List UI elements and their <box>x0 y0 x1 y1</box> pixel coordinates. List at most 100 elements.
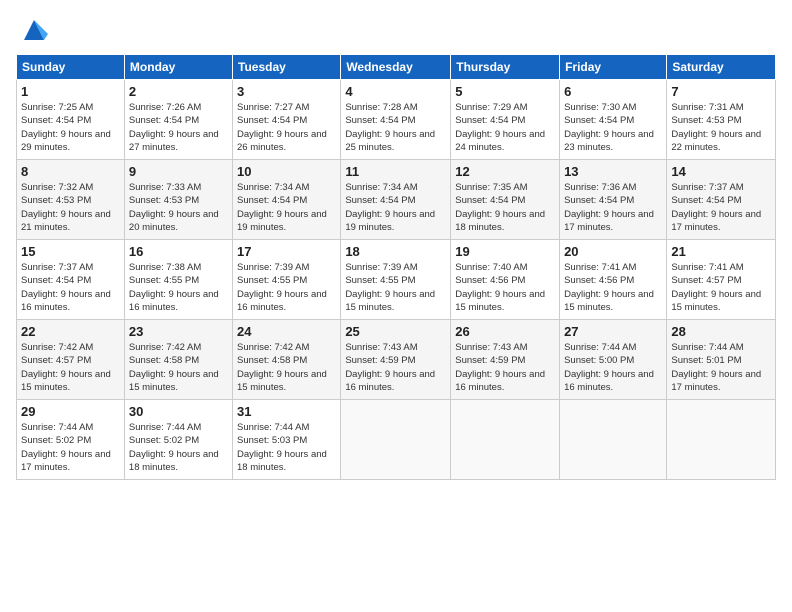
weekday-header: Thursday <box>451 55 560 80</box>
day-info: Sunrise: 7:28 AMSunset: 4:54 PMDaylight:… <box>345 102 435 153</box>
calendar-day: 3 Sunrise: 7:27 AMSunset: 4:54 PMDayligh… <box>233 80 341 160</box>
day-info: Sunrise: 7:32 AMSunset: 4:53 PMDaylight:… <box>21 182 111 233</box>
day-number: 20 <box>564 244 662 259</box>
day-info: Sunrise: 7:27 AMSunset: 4:54 PMDaylight:… <box>237 102 327 153</box>
day-number: 23 <box>129 324 228 339</box>
day-info: Sunrise: 7:44 AMSunset: 5:00 PMDaylight:… <box>564 342 654 393</box>
day-number: 17 <box>237 244 336 259</box>
day-number: 2 <box>129 84 228 99</box>
weekday-header: Saturday <box>667 55 776 80</box>
calendar-week: 29 Sunrise: 7:44 AMSunset: 5:02 PMDaylig… <box>17 400 776 480</box>
calendar-day: 11 Sunrise: 7:34 AMSunset: 4:54 PMDaylig… <box>341 160 451 240</box>
empty-cell <box>341 400 451 480</box>
day-info: Sunrise: 7:43 AMSunset: 4:59 PMDaylight:… <box>345 342 435 393</box>
weekday-header: Wednesday <box>341 55 451 80</box>
calendar-day: 28 Sunrise: 7:44 AMSunset: 5:01 PMDaylig… <box>667 320 776 400</box>
header <box>16 16 776 44</box>
calendar-day: 21 Sunrise: 7:41 AMSunset: 4:57 PMDaylig… <box>667 240 776 320</box>
calendar-day: 16 Sunrise: 7:38 AMSunset: 4:55 PMDaylig… <box>124 240 232 320</box>
calendar-day: 14 Sunrise: 7:37 AMSunset: 4:54 PMDaylig… <box>667 160 776 240</box>
calendar-day: 13 Sunrise: 7:36 AMSunset: 4:54 PMDaylig… <box>560 160 667 240</box>
calendar-day: 6 Sunrise: 7:30 AMSunset: 4:54 PMDayligh… <box>560 80 667 160</box>
day-number: 4 <box>345 84 446 99</box>
day-number: 31 <box>237 404 336 419</box>
day-info: Sunrise: 7:42 AMSunset: 4:58 PMDaylight:… <box>237 342 327 393</box>
calendar-day: 8 Sunrise: 7:32 AMSunset: 4:53 PMDayligh… <box>17 160 125 240</box>
logo-icon <box>20 16 48 44</box>
day-number: 6 <box>564 84 662 99</box>
day-info: Sunrise: 7:38 AMSunset: 4:55 PMDaylight:… <box>129 262 219 313</box>
day-number: 24 <box>237 324 336 339</box>
day-info: Sunrise: 7:40 AMSunset: 4:56 PMDaylight:… <box>455 262 545 313</box>
day-number: 8 <box>21 164 120 179</box>
calendar-day: 24 Sunrise: 7:42 AMSunset: 4:58 PMDaylig… <box>233 320 341 400</box>
day-number: 30 <box>129 404 228 419</box>
calendar-day: 18 Sunrise: 7:39 AMSunset: 4:55 PMDaylig… <box>341 240 451 320</box>
calendar-week: 1 Sunrise: 7:25 AMSunset: 4:54 PMDayligh… <box>17 80 776 160</box>
day-number: 7 <box>671 84 771 99</box>
day-info: Sunrise: 7:26 AMSunset: 4:54 PMDaylight:… <box>129 102 219 153</box>
day-info: Sunrise: 7:31 AMSunset: 4:53 PMDaylight:… <box>671 102 761 153</box>
day-number: 21 <box>671 244 771 259</box>
empty-cell <box>560 400 667 480</box>
day-info: Sunrise: 7:41 AMSunset: 4:57 PMDaylight:… <box>671 262 761 313</box>
day-info: Sunrise: 7:33 AMSunset: 4:53 PMDaylight:… <box>129 182 219 233</box>
calendar-day: 29 Sunrise: 7:44 AMSunset: 5:02 PMDaylig… <box>17 400 125 480</box>
day-info: Sunrise: 7:30 AMSunset: 4:54 PMDaylight:… <box>564 102 654 153</box>
day-info: Sunrise: 7:37 AMSunset: 4:54 PMDaylight:… <box>671 182 761 233</box>
day-info: Sunrise: 7:39 AMSunset: 4:55 PMDaylight:… <box>237 262 327 313</box>
calendar-day: 15 Sunrise: 7:37 AMSunset: 4:54 PMDaylig… <box>17 240 125 320</box>
calendar-day: 23 Sunrise: 7:42 AMSunset: 4:58 PMDaylig… <box>124 320 232 400</box>
day-info: Sunrise: 7:36 AMSunset: 4:54 PMDaylight:… <box>564 182 654 233</box>
day-number: 10 <box>237 164 336 179</box>
calendar-day: 31 Sunrise: 7:44 AMSunset: 5:03 PMDaylig… <box>233 400 341 480</box>
day-number: 16 <box>129 244 228 259</box>
day-info: Sunrise: 7:43 AMSunset: 4:59 PMDaylight:… <box>455 342 545 393</box>
day-info: Sunrise: 7:39 AMSunset: 4:55 PMDaylight:… <box>345 262 435 313</box>
calendar-day: 10 Sunrise: 7:34 AMSunset: 4:54 PMDaylig… <box>233 160 341 240</box>
day-info: Sunrise: 7:44 AMSunset: 5:02 PMDaylight:… <box>129 422 219 473</box>
day-number: 19 <box>455 244 555 259</box>
day-info: Sunrise: 7:29 AMSunset: 4:54 PMDaylight:… <box>455 102 545 153</box>
day-info: Sunrise: 7:34 AMSunset: 4:54 PMDaylight:… <box>237 182 327 233</box>
empty-cell <box>451 400 560 480</box>
day-number: 12 <box>455 164 555 179</box>
day-number: 1 <box>21 84 120 99</box>
day-info: Sunrise: 7:37 AMSunset: 4:54 PMDaylight:… <box>21 262 111 313</box>
calendar-day: 5 Sunrise: 7:29 AMSunset: 4:54 PMDayligh… <box>451 80 560 160</box>
day-number: 29 <box>21 404 120 419</box>
calendar-day: 30 Sunrise: 7:44 AMSunset: 5:02 PMDaylig… <box>124 400 232 480</box>
day-number: 11 <box>345 164 446 179</box>
calendar-week: 8 Sunrise: 7:32 AMSunset: 4:53 PMDayligh… <box>17 160 776 240</box>
empty-cell <box>667 400 776 480</box>
day-number: 14 <box>671 164 771 179</box>
weekday-header: Monday <box>124 55 232 80</box>
day-number: 13 <box>564 164 662 179</box>
calendar-day: 4 Sunrise: 7:28 AMSunset: 4:54 PMDayligh… <box>341 80 451 160</box>
day-info: Sunrise: 7:34 AMSunset: 4:54 PMDaylight:… <box>345 182 435 233</box>
day-info: Sunrise: 7:44 AMSunset: 5:03 PMDaylight:… <box>237 422 327 473</box>
day-info: Sunrise: 7:42 AMSunset: 4:57 PMDaylight:… <box>21 342 111 393</box>
day-number: 28 <box>671 324 771 339</box>
logo <box>16 16 48 44</box>
day-number: 9 <box>129 164 228 179</box>
day-info: Sunrise: 7:44 AMSunset: 5:02 PMDaylight:… <box>21 422 111 473</box>
calendar-day: 17 Sunrise: 7:39 AMSunset: 4:55 PMDaylig… <box>233 240 341 320</box>
day-info: Sunrise: 7:25 AMSunset: 4:54 PMDaylight:… <box>21 102 111 153</box>
calendar-week: 22 Sunrise: 7:42 AMSunset: 4:57 PMDaylig… <box>17 320 776 400</box>
calendar-day: 1 Sunrise: 7:25 AMSunset: 4:54 PMDayligh… <box>17 80 125 160</box>
calendar-day: 25 Sunrise: 7:43 AMSunset: 4:59 PMDaylig… <box>341 320 451 400</box>
day-number: 18 <box>345 244 446 259</box>
calendar-day: 12 Sunrise: 7:35 AMSunset: 4:54 PMDaylig… <box>451 160 560 240</box>
weekday-header: Sunday <box>17 55 125 80</box>
day-number: 26 <box>455 324 555 339</box>
calendar-day: 27 Sunrise: 7:44 AMSunset: 5:00 PMDaylig… <box>560 320 667 400</box>
day-number: 3 <box>237 84 336 99</box>
calendar-week: 15 Sunrise: 7:37 AMSunset: 4:54 PMDaylig… <box>17 240 776 320</box>
calendar-day: 7 Sunrise: 7:31 AMSunset: 4:53 PMDayligh… <box>667 80 776 160</box>
calendar-day: 20 Sunrise: 7:41 AMSunset: 4:56 PMDaylig… <box>560 240 667 320</box>
page: SundayMondayTuesdayWednesdayThursdayFrid… <box>0 0 792 612</box>
calendar-day: 19 Sunrise: 7:40 AMSunset: 4:56 PMDaylig… <box>451 240 560 320</box>
calendar-table: SundayMondayTuesdayWednesdayThursdayFrid… <box>16 54 776 480</box>
day-number: 5 <box>455 84 555 99</box>
